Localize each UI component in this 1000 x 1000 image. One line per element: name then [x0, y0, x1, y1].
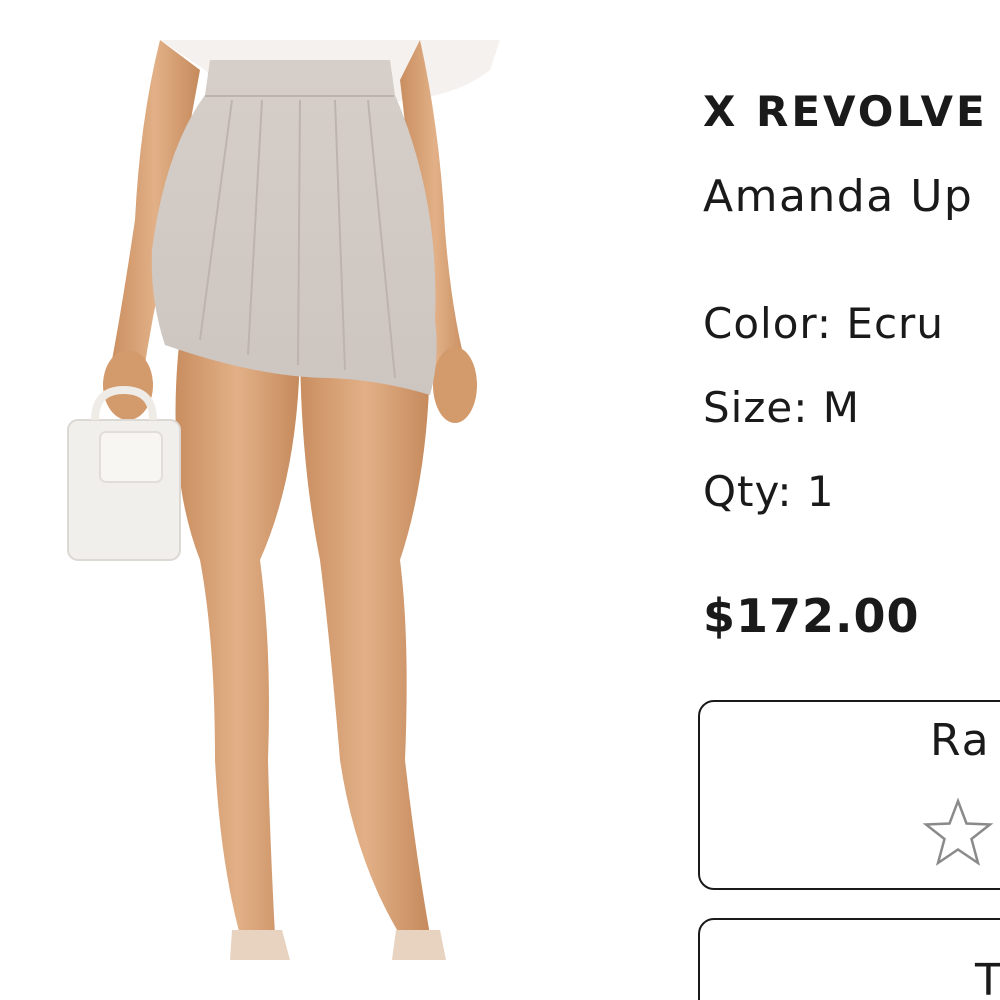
rating-title: Ra — [930, 715, 991, 766]
product-photo-illustration — [67, 40, 500, 960]
product-price: $172.00 — [703, 589, 920, 643]
product-quantity: Qty: 1 — [703, 467, 835, 516]
brand-name[interactable]: X REVOLVE — [703, 86, 988, 138]
secondary-panel-title: T — [975, 955, 1000, 1000]
star-outline-icon[interactable] — [922, 797, 994, 869]
product-detail-page: X REVOLVE Amanda Up Color: Ecru Size: M … — [0, 0, 1000, 1000]
product-name[interactable]: Amanda Up — [703, 170, 973, 224]
rating-panel: Ra — [698, 700, 1000, 890]
secondary-panel[interactable]: T — [698, 918, 1000, 1000]
product-photo — [0, 0, 560, 1000]
product-color: Color: Ecru — [703, 299, 944, 348]
product-details: X REVOLVE Amanda Up Color: Ecru Size: M … — [698, 0, 1000, 1000]
product-size: Size: M — [703, 383, 860, 432]
